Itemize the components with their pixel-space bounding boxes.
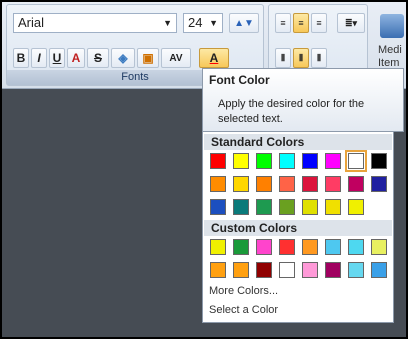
color-swatch[interactable] (210, 153, 226, 169)
align-center-button[interactable]: ≡ (293, 13, 309, 33)
font-color-button[interactable]: A (199, 48, 229, 68)
color-swatch[interactable] (302, 262, 318, 278)
strikethrough-label: S (93, 51, 102, 65)
color-swatch[interactable] (233, 153, 249, 169)
grow-shrink-icon: ▲▼ (234, 17, 254, 29)
line-spacing-icon: ≣▾ (344, 17, 358, 28)
custom-colors-header: Custom Colors (204, 220, 392, 236)
underline-label: U (52, 51, 62, 65)
color-swatch[interactable] (256, 199, 272, 215)
align-left-icon: ≡ (280, 18, 286, 28)
color-swatch[interactable] (233, 239, 249, 255)
color-swatch[interactable] (348, 239, 364, 255)
tooltip-title: Font Color (209, 73, 270, 87)
color-swatch[interactable] (233, 199, 249, 215)
color-swatch[interactable] (279, 199, 295, 215)
more-colors-item[interactable]: More Colors... (209, 285, 278, 297)
highlight-button[interactable]: ◈ (111, 48, 135, 68)
strikethrough-button[interactable]: S (87, 48, 109, 68)
color-swatch[interactable] (325, 199, 341, 215)
font-family-value: Arial (18, 15, 45, 30)
color-swatch[interactable] (279, 262, 295, 278)
columns-center-icon: ⫴ (299, 52, 303, 63)
align-left-button[interactable]: ≡ (275, 13, 291, 33)
color-swatch[interactable] (210, 239, 226, 255)
italic-label: I (37, 51, 41, 65)
color-swatch[interactable] (279, 239, 295, 255)
color-swatch[interactable] (302, 176, 318, 192)
column-left-button[interactable]: ⫴ (275, 48, 291, 68)
align-center-icon: ≡ (298, 18, 304, 28)
character-spacing-button[interactable]: AV (161, 48, 191, 68)
color-swatch[interactable] (325, 176, 341, 192)
color-swatch[interactable] (233, 176, 249, 192)
color-swatch[interactable] (371, 176, 387, 192)
column-center-button[interactable]: ⫴ (293, 48, 309, 68)
media-label-1: Medi (378, 44, 402, 56)
font-family-combo[interactable]: Arial ▼ (13, 13, 177, 33)
text-effects-button[interactable]: A (67, 48, 85, 68)
font-size-value: 24 (188, 15, 203, 30)
grow-font-button[interactable]: ▲▼ (229, 13, 259, 33)
align-right-icon: ≡ (316, 18, 322, 28)
text-effects-icon: A (71, 51, 81, 65)
color-swatch[interactable] (279, 153, 295, 169)
standard-colors-header: Standard Colors (204, 134, 392, 150)
character-spacing-label: AV (169, 52, 183, 64)
color-swatch[interactable] (256, 239, 272, 255)
color-swatch[interactable] (345, 150, 367, 172)
italic-button[interactable]: I (31, 48, 47, 68)
highlight-icon: ◈ (118, 51, 128, 65)
color-swatch[interactable] (210, 199, 226, 215)
color-swatch[interactable] (256, 176, 272, 192)
color-swatch[interactable] (371, 153, 387, 169)
color-swatch[interactable] (279, 176, 295, 192)
color-swatch[interactable] (325, 262, 341, 278)
color-swatch[interactable] (325, 239, 341, 255)
bold-button[interactable]: B (13, 48, 29, 68)
select-color-item[interactable]: Select a Color (209, 304, 278, 316)
color-swatch[interactable] (256, 153, 272, 169)
color-swatch[interactable] (256, 262, 272, 278)
line-spacing-button[interactable]: ≣▾ (337, 13, 365, 33)
tooltip-description: Apply the desired color for the selected… (218, 98, 365, 125)
font-color-label: A (209, 51, 219, 65)
align-right-button[interactable]: ≡ (311, 13, 327, 33)
color-swatch[interactable] (302, 153, 318, 169)
color-swatch[interactable] (233, 262, 249, 278)
font-color-tooltip: Font Color Apply the desired color for t… (202, 68, 404, 132)
color-swatch[interactable] (371, 262, 387, 278)
color-swatch[interactable] (371, 239, 387, 255)
color-swatch[interactable] (348, 176, 364, 192)
media-icon (380, 14, 404, 38)
color-swatch[interactable] (302, 239, 318, 255)
color-picker-menu: Standard Colors Custom Colors More Color… (202, 131, 394, 323)
color-swatch[interactable] (325, 153, 341, 169)
border-icon: ▣ (142, 51, 154, 65)
color-swatch[interactable] (210, 176, 226, 192)
border-button[interactable]: ▣ (137, 48, 159, 68)
columns-icon: ⫴ (281, 52, 285, 63)
bold-label: B (16, 51, 26, 65)
app-window: Arial ▼ 24 ▼ ▲▼ B I U A S ◈ ▣ AV A Fonts… (2, 2, 406, 337)
color-swatch[interactable] (210, 262, 226, 278)
color-swatch[interactable] (348, 262, 364, 278)
chevron-down-icon: ▼ (163, 18, 172, 28)
underline-button[interactable]: U (49, 48, 65, 68)
columns-right-icon: ⫴ (317, 52, 321, 63)
font-size-combo[interactable]: 24 ▼ (183, 13, 223, 33)
chevron-down-icon: ▼ (209, 18, 218, 28)
color-swatch[interactable] (348, 199, 364, 215)
column-right-button[interactable]: ⫴ (311, 48, 327, 68)
color-swatch[interactable] (302, 199, 318, 215)
